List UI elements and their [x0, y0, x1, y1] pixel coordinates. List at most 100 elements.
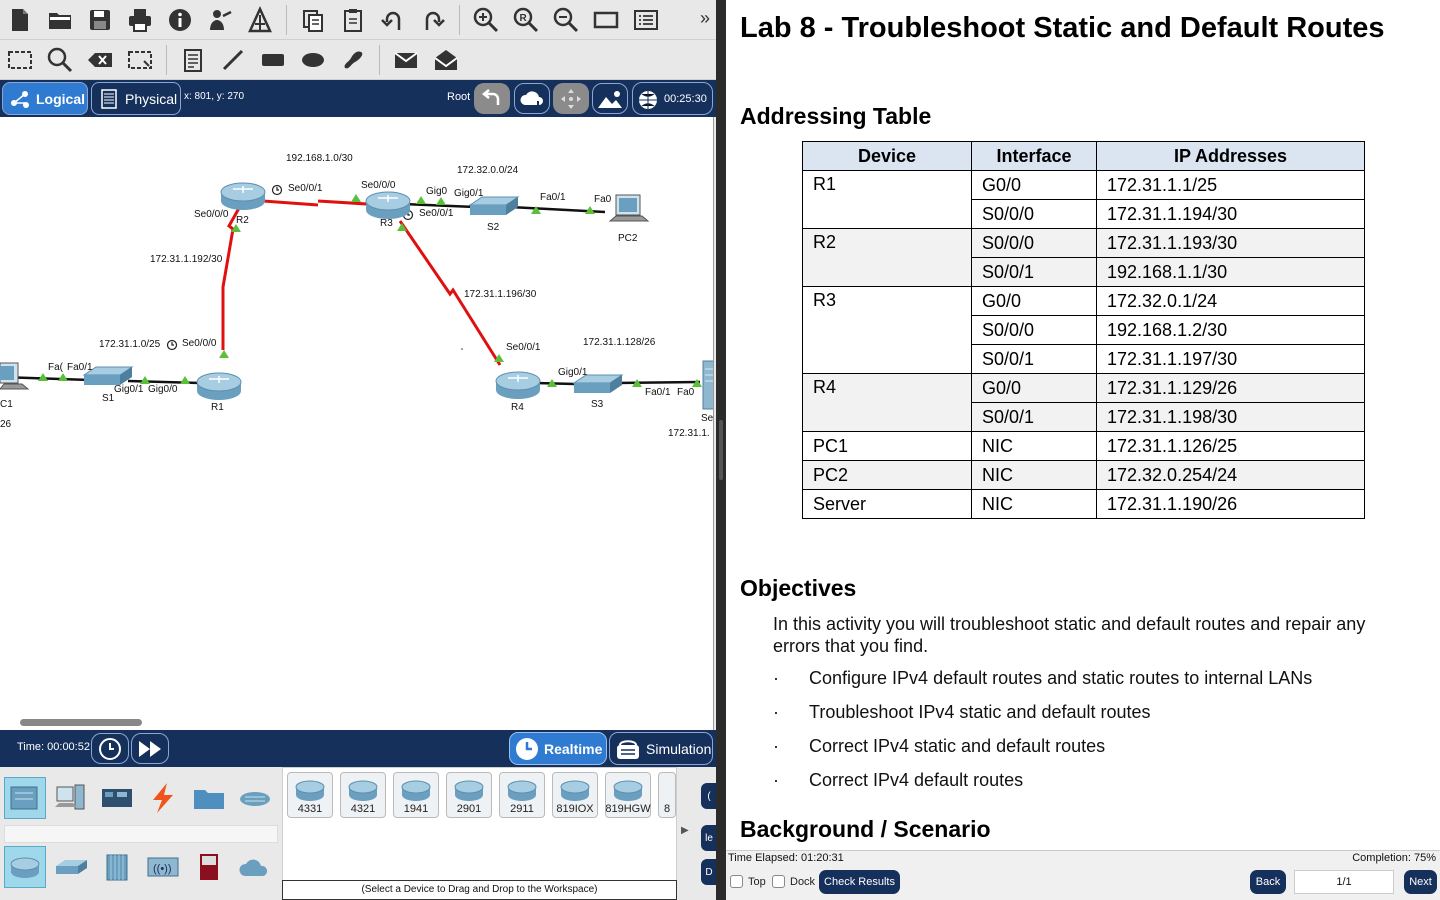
next-button[interactable]: Next — [1404, 870, 1437, 894]
new-file-icon[interactable] — [3, 3, 37, 37]
checkbox-box[interactable] — [730, 875, 743, 888]
save-icon[interactable] — [83, 3, 117, 37]
server[interactable] — [702, 360, 714, 410]
toolbar-more-icon[interactable]: » — [700, 8, 710, 29]
model-819iox-router[interactable]: 819IOX — [552, 772, 598, 818]
pc-pc1[interactable] — [0, 362, 30, 390]
freeform-icon[interactable] — [336, 43, 370, 77]
model-4331-router[interactable]: 4331 — [287, 772, 333, 818]
ethernet-link-s3-server[interactable] — [614, 380, 701, 385]
simple-pdu-icon[interactable] — [389, 43, 423, 77]
back-to-parent-button[interactable] — [474, 83, 510, 114]
interface-cell: S0/0/1 — [971, 402, 1097, 432]
side-panel-tab[interactable]: D — [701, 859, 717, 885]
drawing-palette-icon[interactable] — [589, 3, 623, 37]
connections-category-icon[interactable] — [142, 777, 184, 819]
router-model-icon — [560, 780, 590, 801]
router-r3[interactable] — [365, 191, 411, 219]
delete-icon[interactable] — [83, 43, 117, 77]
inspect-icon[interactable] — [43, 43, 77, 77]
info-icon[interactable] — [163, 3, 197, 37]
logical-workspace-canvas[interactable]: 192.168.1.0/30 172.32.0.0/24 Se0/0/1 Se0… — [0, 117, 714, 730]
interface-label: Gig0/0 — [148, 384, 178, 395]
fast-forward-button[interactable] — [131, 733, 169, 764]
zoom-reset-icon[interactable]: R — [509, 3, 543, 37]
custom-device-icon[interactable] — [243, 3, 277, 37]
note-icon[interactable] — [176, 43, 210, 77]
network-label: 172.31.1.192/30 — [150, 254, 223, 265]
rectangle-icon[interactable] — [256, 43, 290, 77]
routers-subcategory-icon[interactable] — [4, 846, 46, 888]
activity-wizard-icon[interactable] — [203, 3, 237, 37]
device-cell: R3 — [802, 286, 972, 374]
top-checkbox[interactable]: Top — [730, 875, 766, 888]
divider-grip-handle[interactable] — [719, 420, 723, 480]
ellipse-icon[interactable] — [296, 43, 330, 77]
model-819hgw-router[interactable]: 819HGW — [605, 772, 651, 818]
line-icon[interactable] — [216, 43, 250, 77]
resize-icon[interactable] — [123, 43, 157, 77]
zoom-in-icon[interactable] — [469, 3, 503, 37]
interface-label: Fa0/1 — [645, 387, 671, 398]
back-button[interactable]: Back — [1250, 870, 1286, 894]
miscellaneous-category-icon[interactable] — [188, 777, 230, 819]
side-panel-tab[interactable]: le — [701, 825, 717, 851]
complex-pdu-icon[interactable] — [429, 43, 463, 77]
network-devices-category-icon[interactable] — [4, 777, 46, 819]
zoom-out-icon[interactable] — [549, 3, 583, 37]
copy-icon[interactable] — [296, 3, 330, 37]
ethernet-link-s1-r1[interactable] — [127, 379, 201, 385]
router-r1[interactable] — [196, 372, 242, 400]
hubs-subcategory-icon[interactable] — [96, 846, 138, 888]
horizontal-scrollbar[interactable] — [20, 719, 142, 726]
switch-s2[interactable] — [468, 196, 520, 215]
logical-workspace-button[interactable]: Logical — [2, 82, 88, 115]
cloud-add-icon — [520, 90, 543, 110]
redo-icon[interactable] — [416, 3, 450, 37]
components-category-icon[interactable] — [96, 777, 138, 819]
undo-arrow-icon — [481, 88, 500, 105]
side-panel-tab[interactable]: ( — [701, 783, 717, 809]
open-folder-icon[interactable] — [43, 3, 77, 37]
serial-link-r2-r3[interactable] — [262, 199, 384, 207]
activity-instructions-panel: Lab 8 - Troubleshoot Static and Default … — [726, 0, 1440, 850]
move-object-button[interactable] — [553, 83, 589, 114]
realtime-mode-button[interactable]: Realtime — [509, 732, 607, 765]
model-1941-router[interactable]: 1941 — [393, 772, 439, 818]
router-r4[interactable] — [495, 371, 541, 399]
time-elapsed: Time Elapsed: 01:20:31 — [728, 852, 844, 864]
undo-icon[interactable] — [376, 3, 410, 37]
select-icon[interactable] — [3, 43, 37, 77]
model-2911-router[interactable]: 2911 — [499, 772, 545, 818]
wan-emulation-subcategory-icon[interactable] — [234, 846, 276, 888]
viewport-clock-button[interactable]: 00:25:30 — [632, 82, 713, 115]
set-background-button[interactable] — [592, 83, 628, 114]
end-devices-category-icon[interactable] — [50, 777, 92, 819]
dock-checkbox[interactable]: Dock — [772, 875, 815, 888]
check-results-button[interactable]: Check Results — [819, 870, 900, 894]
new-cluster-button[interactable] — [514, 83, 550, 114]
print-icon[interactable] — [123, 3, 157, 37]
page-indicator[interactable]: 1/1 — [1294, 870, 1394, 894]
scroll-right-icon[interactable]: ▶ — [681, 825, 689, 836]
security-subcategory-icon[interactable] — [188, 846, 230, 888]
physical-workspace-button[interactable]: Physical — [91, 82, 181, 115]
device-subcategory-row: ((•)) — [4, 846, 280, 888]
paste-icon[interactable] — [336, 3, 370, 37]
switches-subcategory-icon[interactable] — [50, 846, 92, 888]
wireless-subcategory-icon[interactable]: ((•)) — [142, 846, 184, 888]
model-4321-router[interactable]: 4321 — [340, 772, 386, 818]
pc-pc2[interactable] — [608, 194, 650, 222]
bullet-mark: · — [773, 668, 779, 688]
model-2901-router[interactable]: 2901 — [446, 772, 492, 818]
custom-devices-dialog-icon[interactable] — [629, 3, 663, 37]
multiuser-category-icon[interactable] — [234, 777, 276, 819]
power-cycle-button[interactable] — [91, 733, 129, 764]
screen: R » Logical Physical x: 801, y: 270 Root… — [0, 0, 1440, 900]
model-partial-router[interactable]: 8 — [658, 772, 676, 818]
model-label: 2911 — [510, 803, 534, 815]
simulation-mode-button[interactable]: Simulation — [609, 732, 713, 765]
instructions-footer: Time Elapsed: 01:20:31 Completion: 75% T… — [726, 850, 1440, 900]
checkbox-box[interactable] — [772, 875, 785, 888]
router-r2[interactable] — [220, 182, 266, 210]
